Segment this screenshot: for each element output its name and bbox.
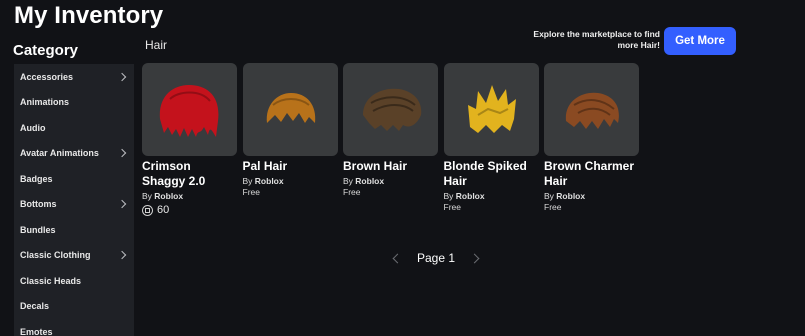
item-creator-name[interactable]: Roblox: [556, 191, 585, 201]
sidebar-item-avatar-animations[interactable]: Avatar Animations: [14, 141, 134, 167]
item-name[interactable]: Crimson Shaggy 2.0: [142, 159, 237, 189]
robux-icon: [142, 204, 153, 216]
sidebar-item-label: Emotes: [20, 326, 53, 336]
item-creator-name[interactable]: Roblox: [255, 176, 284, 186]
item-price: Free: [343, 187, 361, 197]
sidebar-item-classic-heads[interactable]: Classic Heads: [14, 268, 134, 294]
sidebar-item-bottoms[interactable]: Bottoms: [14, 192, 134, 218]
chevron-right-icon: [117, 72, 127, 81]
item-name[interactable]: Blonde Spiked Hair: [444, 159, 539, 189]
item-creator: By Roblox: [243, 176, 338, 187]
sidebar-item-label: Decals: [20, 301, 50, 312]
sidebar-item-label: Classic Clothing: [20, 250, 91, 261]
sidebar-item-emotes[interactable]: Emotes: [14, 319, 134, 336]
page-label: Page 1: [417, 251, 456, 265]
item-thumbnail[interactable]: [544, 63, 639, 156]
sidebar-item-label: Audio: [20, 122, 46, 133]
item-creator-name[interactable]: Roblox: [154, 191, 183, 201]
item-price-value: 60: [157, 204, 170, 216]
pagination: Page 1: [392, 251, 480, 265]
sidebar-item-label: Bundles: [20, 224, 56, 235]
item-creator: By Roblox: [343, 176, 438, 187]
sidebar-item-label: Animations: [20, 97, 70, 108]
item-price: 60: [142, 204, 237, 216]
sidebar-item-label: Badges: [20, 173, 53, 184]
item-creator-name[interactable]: Roblox: [456, 191, 485, 201]
item-card[interactable]: Crimson Shaggy 2.0 By Roblox 60: [142, 63, 237, 216]
get-more-button[interactable]: Get More: [664, 27, 736, 55]
chevron-right-icon[interactable]: [469, 253, 480, 263]
item-price: Free: [242, 187, 260, 197]
sidebar-item-badges[interactable]: Badges: [14, 166, 134, 192]
item-price: Free: [443, 202, 461, 212]
item-card[interactable]: Blonde Spiked Hair By Roblox Free: [443, 63, 539, 216]
category-heading: Category: [13, 42, 79, 59]
item-price: Free: [544, 202, 562, 212]
chevron-right-icon: [117, 251, 127, 260]
item-card[interactable]: Brown Charmer Hair By Roblox Free: [544, 63, 639, 216]
sidebar-item-animations[interactable]: Animations: [14, 90, 134, 116]
promo-text: Explore the marketplace to find more Hai…: [533, 29, 660, 50]
item-thumbnail[interactable]: [242, 63, 338, 156]
category-sidebar: Accessories Animations Audio Avatar Animati…: [14, 64, 134, 336]
chevron-right-icon: [117, 200, 127, 209]
item-name[interactable]: Brown Hair: [343, 159, 438, 174]
sidebar-item-classic-clothing[interactable]: Classic Clothing: [14, 243, 134, 269]
item-creator-prefix: By: [343, 176, 353, 186]
item-creator: By Roblox: [142, 191, 237, 202]
section-title: Hair: [145, 38, 168, 52]
item-thumbnail[interactable]: [142, 63, 237, 156]
item-creator-prefix: By: [242, 176, 253, 186]
sidebar-item-audio[interactable]: Audio: [14, 115, 134, 141]
item-card[interactable]: Pal Hair By Roblox Free: [242, 63, 338, 216]
sidebar-item-accessories[interactable]: Accessories: [14, 64, 134, 90]
item-thumbnail[interactable]: [343, 63, 438, 156]
sidebar-item-label: Avatar Animations: [20, 148, 99, 159]
item-name[interactable]: Pal Hair: [243, 159, 338, 174]
item-card[interactable]: Brown Hair By Roblox Free: [343, 63, 438, 216]
sidebar-item-label: Classic Heads: [20, 275, 82, 286]
item-grid: Crimson Shaggy 2.0 By Roblox 60 Pal Hair By…: [142, 63, 645, 216]
page-title: My Inventory: [14, 2, 164, 29]
sidebar-item-decals[interactable]: Decals: [14, 294, 134, 320]
sidebar-item-bundles[interactable]: Bundles: [14, 217, 134, 243]
item-name[interactable]: Brown Charmer Hair: [544, 159, 639, 189]
item-creator-prefix: By: [544, 191, 554, 201]
chevron-left-icon[interactable]: [392, 253, 403, 263]
item-creator-name[interactable]: Roblox: [355, 176, 384, 186]
item-thumbnail[interactable]: [443, 63, 539, 156]
chevron-right-icon: [117, 149, 127, 158]
sidebar-item-label: Accessories: [20, 71, 74, 82]
item-creator: By Roblox: [444, 191, 539, 202]
item-creator: By Roblox: [544, 191, 639, 202]
item-creator-prefix: By: [142, 191, 152, 201]
sidebar-item-label: Bottoms: [20, 199, 57, 210]
item-creator-prefix: By: [443, 191, 454, 201]
